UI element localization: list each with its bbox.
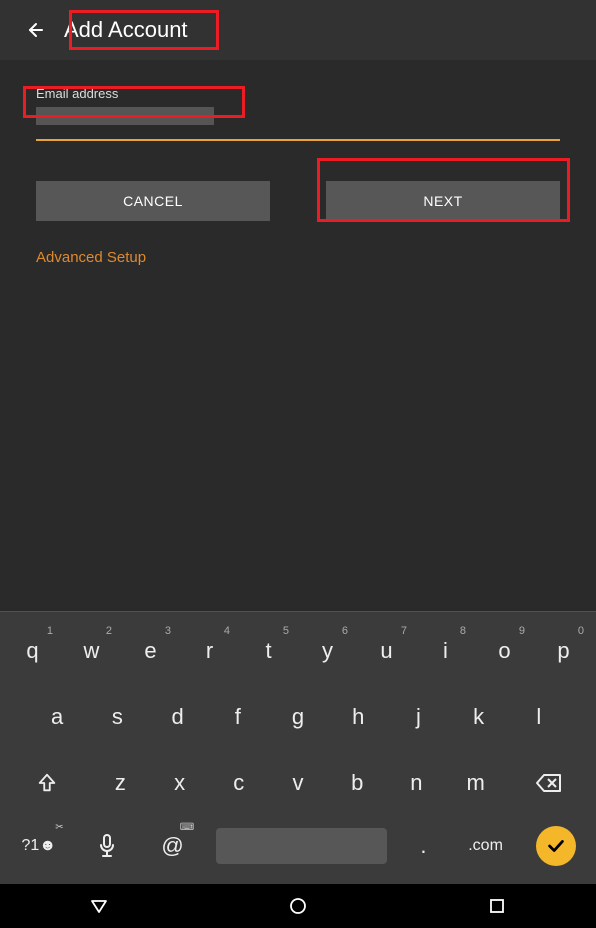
key-u-sup: 7: [401, 625, 407, 637]
key-z[interactable]: z: [92, 755, 149, 811]
email-field[interactable]: [36, 107, 214, 125]
app-header: Add Account: [0, 0, 596, 60]
key-i[interactable]: i8: [417, 623, 474, 679]
advanced-setup-link[interactable]: Advanced Setup: [36, 249, 146, 266]
key-k[interactable]: k: [450, 689, 508, 745]
key-w-sup: 2: [106, 625, 112, 637]
soft-keyboard: q1w2e3r4t5y6u7i8o9p0 asdfghjkl zxcvbnm ?…: [0, 611, 596, 884]
key-i-sup: 8: [460, 625, 466, 637]
key-a[interactable]: a: [28, 689, 86, 745]
keyboard-row-2: asdfghjkl: [0, 684, 596, 750]
keyboard-row-4: ?1☻ ✂ @ ⌨ . .com: [0, 816, 596, 876]
system-navbar: [0, 884, 596, 928]
key-g[interactable]: g: [269, 689, 327, 745]
key-n[interactable]: n: [388, 755, 445, 811]
key-f[interactable]: f: [209, 689, 267, 745]
at-key[interactable]: @ ⌨: [141, 818, 204, 874]
key-o-sup: 9: [519, 625, 525, 637]
key-c[interactable]: c: [210, 755, 267, 811]
back-button[interactable]: [14, 10, 54, 50]
key-x[interactable]: x: [151, 755, 208, 811]
key-w[interactable]: w2: [63, 623, 120, 679]
key-b[interactable]: b: [329, 755, 386, 811]
triangle-down-icon: [89, 896, 109, 916]
page-title: Add Account: [64, 17, 188, 43]
key-p[interactable]: p0: [535, 623, 592, 679]
key-h[interactable]: h: [329, 689, 387, 745]
microphone-icon: [98, 833, 116, 859]
key-u[interactable]: u7: [358, 623, 415, 679]
circle-icon: [288, 896, 308, 916]
at-key-label: @: [161, 833, 183, 859]
form-area: Email address CANCEL NEXT Advanced Setup: [0, 60, 596, 267]
key-m[interactable]: m: [447, 755, 504, 811]
keyboard-row-1: q1w2e3r4t5y6u7i8o9p0: [0, 618, 596, 684]
dotcom-key[interactable]: .com: [451, 818, 521, 874]
mic-key[interactable]: [76, 818, 139, 874]
email-field-wrap[interactable]: [36, 107, 560, 141]
key-o[interactable]: o9: [476, 623, 533, 679]
keyboard-hint-icon: ⌨: [180, 822, 194, 833]
period-key[interactable]: .: [398, 818, 449, 874]
key-q[interactable]: q1: [4, 623, 61, 679]
nav-recent-button[interactable]: [472, 884, 522, 928]
space-key[interactable]: [206, 818, 396, 874]
arrow-left-icon: [22, 18, 46, 42]
key-p-sup: 0: [578, 625, 584, 637]
space-bar-visual: [216, 828, 387, 864]
key-q-sup: 1: [47, 625, 53, 637]
shift-icon: [36, 772, 58, 794]
key-v[interactable]: v: [269, 755, 326, 811]
backspace-icon: [535, 772, 563, 794]
symbols-key[interactable]: ?1☻ ✂: [4, 818, 74, 874]
button-row: CANCEL NEXT: [36, 181, 560, 221]
backspace-key[interactable]: [506, 755, 592, 811]
key-e-sup: 3: [165, 625, 171, 637]
key-e[interactable]: e3: [122, 623, 179, 679]
nav-back-button[interactable]: [74, 884, 124, 928]
key-t[interactable]: t5: [240, 623, 297, 679]
symbols-key-label: ?1☻: [21, 837, 56, 855]
key-y[interactable]: y6: [299, 623, 356, 679]
key-j[interactable]: j: [389, 689, 447, 745]
key-s[interactable]: s: [88, 689, 146, 745]
nav-home-button[interactable]: [273, 884, 323, 928]
key-l[interactable]: l: [510, 689, 568, 745]
email-label: Email address: [36, 86, 560, 101]
key-r-sup: 4: [224, 625, 230, 637]
check-icon: [545, 835, 567, 857]
scissors-icon: ✂: [55, 822, 63, 833]
cancel-button[interactable]: CANCEL: [36, 181, 270, 221]
key-y-sup: 6: [342, 625, 348, 637]
key-d[interactable]: d: [148, 689, 206, 745]
keyboard-row-3: zxcvbnm: [0, 750, 596, 816]
shift-key[interactable]: [4, 755, 90, 811]
key-r[interactable]: r4: [181, 623, 238, 679]
square-icon: [488, 897, 506, 915]
key-t-sup: 5: [283, 625, 289, 637]
next-button[interactable]: NEXT: [326, 181, 560, 221]
enter-key-pill[interactable]: [536, 826, 576, 866]
